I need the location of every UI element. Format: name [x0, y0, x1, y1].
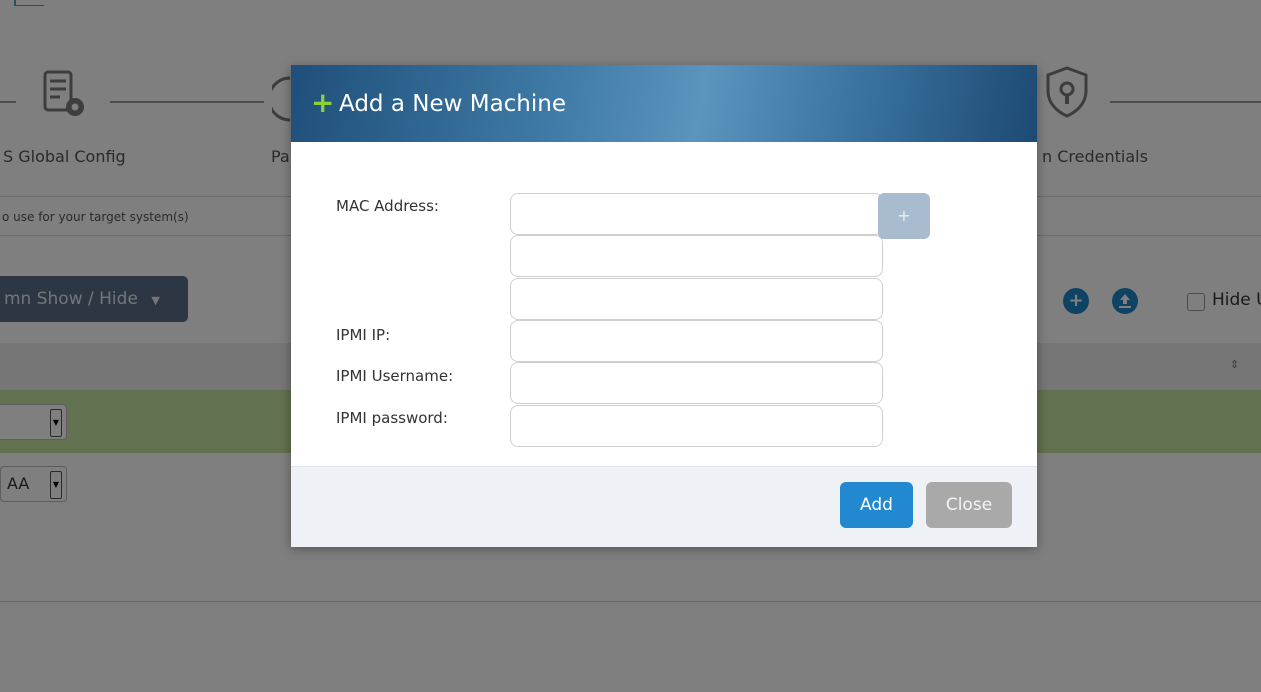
add-mac-button[interactable]: + — [878, 193, 930, 239]
modal-header: + Add a New Machine — [291, 65, 1037, 142]
close-button[interactable]: Close — [926, 482, 1012, 528]
add-button[interactable]: Add — [840, 482, 913, 528]
mac-address-input-2[interactable] — [510, 235, 883, 277]
mac-address-input-1[interactable] — [510, 193, 883, 235]
ipmi-username-label: IPMI Username: — [336, 367, 454, 385]
mac-address-input-3[interactable] — [510, 278, 883, 320]
ipmi-password-input[interactable] — [510, 405, 883, 447]
ipmi-password-label: IPMI password: — [336, 409, 448, 427]
add-machine-modal: + Add a New Machine MAC Address: + IPMI … — [291, 65, 1037, 547]
plus-icon: + — [311, 86, 335, 119]
ipmi-ip-label: IPMI IP: — [336, 326, 391, 344]
mac-address-label: MAC Address: — [336, 197, 439, 215]
ipmi-ip-input[interactable] — [510, 320, 883, 362]
modal-title: Add a New Machine — [339, 91, 567, 117]
ipmi-username-input[interactable] — [510, 362, 883, 404]
